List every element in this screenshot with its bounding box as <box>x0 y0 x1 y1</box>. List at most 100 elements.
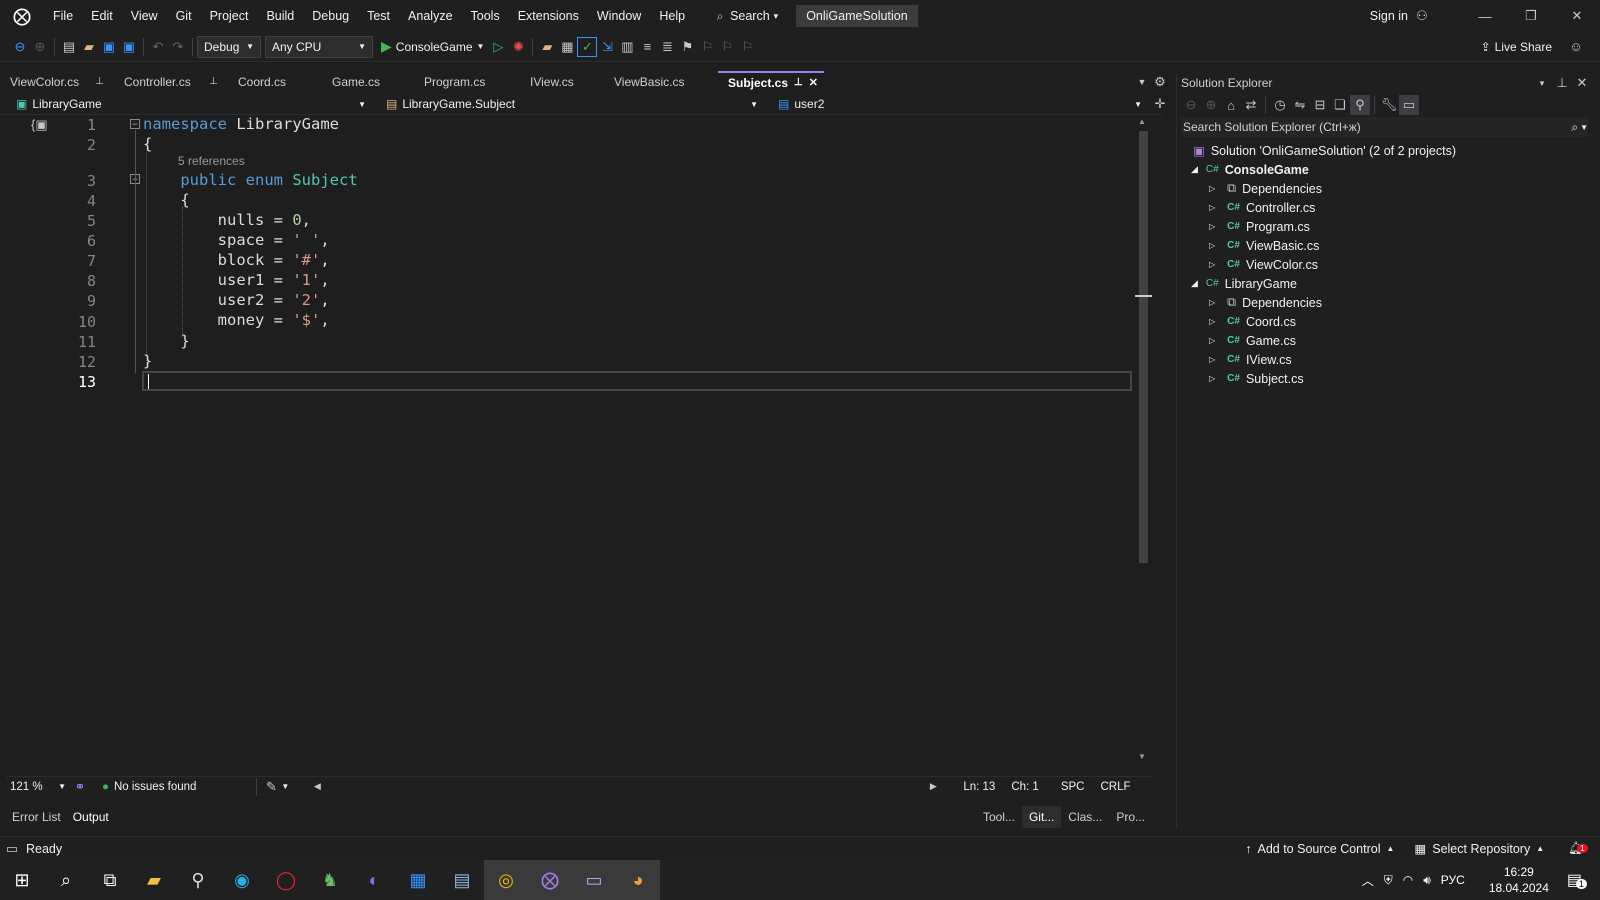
start-debug-button[interactable]: ▶ ConsoleGame ▼ <box>381 38 484 55</box>
paint-icon[interactable]: ◕ <box>616 860 660 900</box>
start-button[interactable]: ⊞ <box>0 860 44 900</box>
menu-extensions[interactable]: Extensions <box>509 0 588 32</box>
menu-edit[interactable]: Edit <box>82 0 122 32</box>
visual-studio-icon[interactable]: ⨂ <box>528 860 572 900</box>
sign-in-link[interactable]: Sign in <box>1370 9 1408 23</box>
solution-node[interactable]: ▣ Solution 'OnliGameSolution' (2 of 2 pro… <box>1193 141 1456 160</box>
bookmark-icon[interactable]: ⚑ <box>677 37 697 57</box>
pin-icon[interactable]: ⊥ <box>95 76 104 87</box>
whitespace-indicator[interactable]: SPC <box>1061 781 1085 793</box>
code-cleanup-icon[interactable]: ✎ <box>261 777 281 797</box>
bookmark-prev-icon[interactable]: ⚐ <box>697 37 717 57</box>
file-node[interactable]: ▷ C# Controller.cs <box>1209 198 1315 217</box>
menu-analyze[interactable]: Analyze <box>399 0 461 32</box>
volume-icon[interactable]: 🔊︎ <box>1423 873 1431 888</box>
menu-file[interactable]: File <box>44 0 82 32</box>
member-dropdown[interactable]: ▤ user2 ▼ <box>770 93 1150 115</box>
history-icon[interactable]: ◷ <box>1270 95 1290 115</box>
calculator-icon[interactable]: ▤ <box>440 860 484 900</box>
tab-overflow-icon[interactable]: ▼ <box>1132 72 1152 92</box>
game-app-icon[interactable]: ♞ <box>308 860 352 900</box>
bookmark-next-icon[interactable]: ⚐ <box>717 37 737 57</box>
bottom-tab-right[interactable]: Clas... <box>1061 806 1109 828</box>
clock[interactable]: 16:29 18.04.2024 <box>1489 864 1549 896</box>
zoom-dropdown[interactable]: 121 % ▼ <box>6 781 66 793</box>
layout-icon[interactable]: ▦ <box>557 37 577 57</box>
file-explorer-icon[interactable]: ▰ <box>132 860 176 900</box>
collapsed-triangle-icon[interactable]: ▷ <box>1209 374 1215 383</box>
collapsed-triangle-icon[interactable]: ▷ <box>1209 355 1215 364</box>
hot-reload-icon[interactable]: ✺ <box>508 37 528 57</box>
menu-view[interactable]: View <box>122 0 167 32</box>
scroll-down-icon[interactable]: ▼ <box>1138 752 1146 761</box>
new-project-icon[interactable]: ▤ <box>59 37 79 57</box>
select-repository-button[interactable]: ▦ Select Repository ▲ <box>1414 841 1544 857</box>
scroll-right-icon[interactable]: ▶ <box>923 777 943 797</box>
feedback-icon[interactable]: ☺ <box>1566 37 1586 57</box>
sync-icon[interactable]: ⇋ <box>1290 95 1310 115</box>
close-icon[interactable]: ✕ <box>1572 73 1592 93</box>
forward-icon[interactable]: ⊕ <box>30 37 50 57</box>
solution-search[interactable]: Search Solution Explorer (Ctrl+ж) ⌕ ▼ <box>1181 117 1588 137</box>
issues-indicator[interactable]: ● No issues found <box>102 781 196 793</box>
visual-studio-code-icon[interactable]: ◐ <box>352 860 396 900</box>
collapsed-triangle-icon[interactable]: ▷ <box>1209 336 1215 345</box>
bottom-tab-output[interactable]: Output <box>66 806 115 828</box>
pin-icon[interactable]: ⊥ <box>209 76 218 87</box>
live-share-button[interactable]: ⇪ Live Share <box>1481 40 1552 54</box>
file-node[interactable]: ▷ ⧉ Dependencies <box>1209 293 1322 312</box>
folder-icon[interactable]: ▰ <box>537 37 557 57</box>
collapsed-triangle-icon[interactable]: ▷ <box>1209 222 1215 231</box>
open-file-icon[interactable]: ▰ <box>79 37 99 57</box>
input-language[interactable]: РУС <box>1441 873 1465 887</box>
menu-project[interactable]: Project <box>201 0 258 32</box>
file-node[interactable]: ▷ C# Subject.cs <box>1209 369 1304 388</box>
terminal-icon[interactable]: ▭ <box>572 860 616 900</box>
chevron-up-icon[interactable]: ︿ <box>1362 872 1374 889</box>
file-node[interactable]: ▷ ⧉ Dependencies <box>1209 179 1322 198</box>
codelens-references[interactable]: 5 references <box>178 154 245 168</box>
minimize-button[interactable]: — <box>1462 6 1508 26</box>
file-node[interactable]: ▷ C# ViewColor.cs <box>1209 255 1318 274</box>
gear-icon[interactable]: ⚙ <box>1150 72 1170 92</box>
show-all-files-icon[interactable]: ❏ <box>1330 95 1350 115</box>
menu-window[interactable]: Window <box>588 0 650 32</box>
back-icon[interactable]: ⊖ <box>10 37 30 57</box>
menu-debug[interactable]: Debug <box>303 0 358 32</box>
chrome-icon[interactable]: ◎ <box>484 860 528 900</box>
line-indicator[interactable]: Ln: 13 <box>963 781 995 793</box>
fold-toggle-namespace[interactable]: − <box>130 119 140 129</box>
split-icon[interactable]: ✛ <box>1150 94 1170 114</box>
project-dropdown[interactable]: ▣ LibraryGame ▼ <box>8 93 374 115</box>
menu-tools[interactable]: Tools <box>462 0 509 32</box>
spellcheck-icon[interactable]: ✓ <box>577 36 598 57</box>
tab-controller-cs[interactable]: Controller.cs ⊥ <box>114 71 228 92</box>
forward-icon[interactable]: ⊕ <box>1201 95 1221 115</box>
home-icon[interactable]: ⌂ <box>1221 95 1241 115</box>
notification-center-button[interactable]: ▤ 1 <box>1567 870 1587 890</box>
wifi-icon[interactable]: ◠ <box>1403 873 1413 887</box>
bottom-tab-right[interactable]: Pro... <box>1109 806 1152 828</box>
tab-program-cs[interactable]: Program.cs <box>414 71 520 92</box>
collapsed-triangle-icon[interactable]: ▷ <box>1209 317 1215 326</box>
collapsed-triangle-icon[interactable]: ▷ <box>1209 241 1215 250</box>
restore-button[interactable]: ❐ <box>1508 6 1554 26</box>
collapsed-triangle-icon[interactable]: ▷ <box>1209 203 1215 212</box>
tab-game-cs[interactable]: Game.cs <box>322 71 414 92</box>
tab-iview-cs[interactable]: IView.cs <box>520 71 604 92</box>
calendar-icon[interactable]: ▦ <box>396 860 440 900</box>
file-node[interactable]: ▷ C# Game.cs <box>1209 331 1296 350</box>
file-node[interactable]: ▷ C# Coord.cs <box>1209 312 1296 331</box>
project-node[interactable]: ◢ C# ConsoleGame <box>1177 160 1593 179</box>
tab-viewbasic-cs[interactable]: ViewBasic.cs <box>604 71 718 92</box>
tab-coord-cs[interactable]: Coord.cs <box>228 71 322 92</box>
project-node[interactable]: ◢ C# LibraryGame <box>1191 274 1297 293</box>
collapse-all-icon[interactable]: ⊟ <box>1310 95 1330 115</box>
output-window-icon[interactable]: ▭ <box>2 839 22 859</box>
save-all-icon[interactable]: ▣ <box>119 37 139 57</box>
column-indicator[interactable]: Ch: 1 <box>1011 781 1039 793</box>
menu-git[interactable]: Git <box>167 0 201 32</box>
opera-icon[interactable]: ◯ <box>264 860 308 900</box>
back-icon[interactable]: ⊖ <box>1181 95 1201 115</box>
scrollbar-thumb[interactable] <box>1139 131 1148 563</box>
